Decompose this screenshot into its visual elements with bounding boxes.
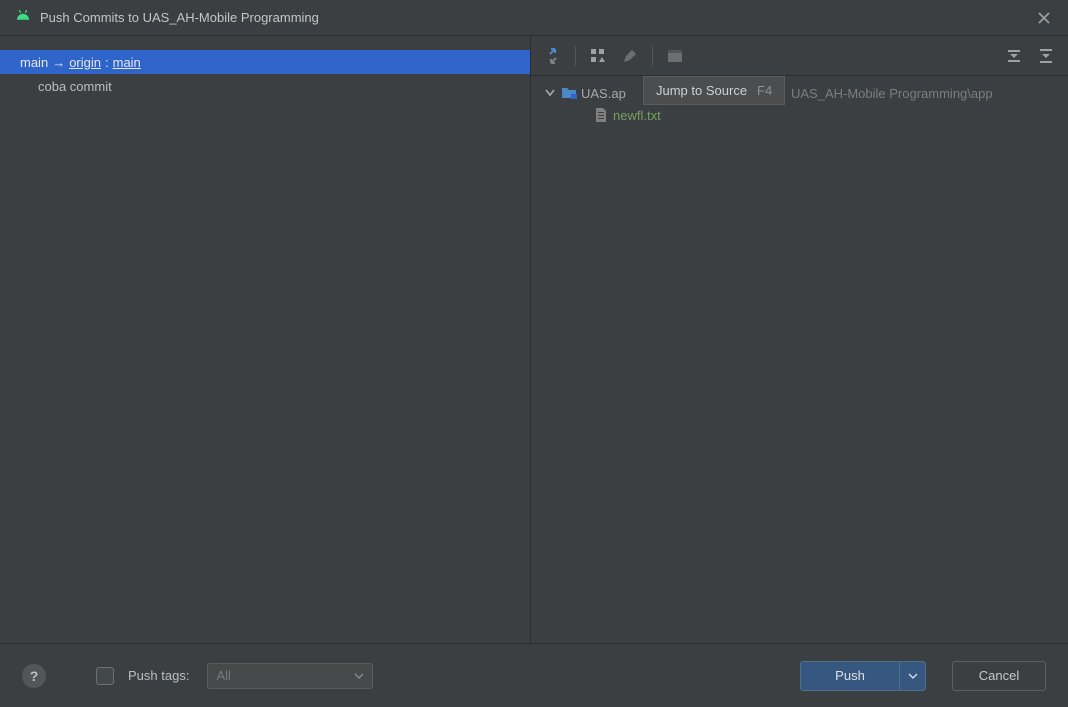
titlebar: Push Commits to UAS_AH-Mobile Programmin… (0, 0, 1068, 36)
expand-all-icon (1006, 48, 1022, 64)
arrows-icon (544, 47, 562, 65)
cancel-button-label: Cancel (979, 668, 1019, 683)
help-button[interactable]: ? (22, 664, 46, 688)
close-button[interactable] (1032, 6, 1056, 30)
commit-row[interactable]: coba commit (0, 74, 530, 98)
android-icon (14, 7, 40, 28)
changes-tree: UAS.ap UAS_AH-Mobile Programming\app new… (531, 76, 1068, 126)
group-button[interactable] (584, 42, 612, 70)
toolbar-separator-2 (652, 46, 653, 66)
root-name: UAS.ap (581, 86, 626, 101)
expand-all-button[interactable] (1000, 42, 1028, 70)
tooltip: Jump to Source F4 (643, 76, 785, 105)
push-tags-select[interactable]: All (207, 663, 373, 689)
push-button[interactable]: Push (801, 662, 899, 690)
branch-colon: : (105, 55, 109, 70)
preview-icon (667, 48, 683, 64)
pencil-icon (622, 48, 638, 64)
push-button-label: Push (835, 668, 865, 683)
push-tags-label: Push tags: (128, 668, 189, 683)
close-icon (1037, 11, 1051, 25)
diff-button[interactable] (539, 42, 567, 70)
dialog-title: Push Commits to UAS_AH-Mobile Programmin… (40, 10, 1032, 25)
changes-pane: UAS.ap UAS_AH-Mobile Programming\app new… (531, 36, 1068, 643)
preview-button[interactable] (661, 42, 689, 70)
branch-arrow: → (52, 55, 65, 70)
chevron-down-icon (908, 671, 918, 681)
toolbar-separator (575, 46, 576, 66)
root-path: UAS_AH-Mobile Programming\app (791, 86, 993, 101)
collapse-all-icon (1038, 48, 1054, 64)
push-button-group: Push (800, 661, 926, 691)
help-icon: ? (30, 668, 39, 684)
collapse-all-button[interactable] (1032, 42, 1060, 70)
changes-toolbar (531, 36, 1068, 76)
push-dropdown[interactable] (899, 662, 925, 690)
tree-root[interactable]: UAS.ap UAS_AH-Mobile Programming\app (539, 82, 1060, 104)
cancel-button[interactable]: Cancel (952, 661, 1046, 691)
commit-message: coba commit (38, 79, 112, 94)
folder-icon (561, 85, 577, 101)
remote-name: origin (69, 55, 101, 70)
push-tags-checkbox[interactable] (96, 667, 114, 685)
local-branch: main (20, 55, 48, 70)
branch-row[interactable]: main → origin : main (0, 50, 530, 74)
grid-icon (590, 48, 606, 64)
file-name: newfl.txt (613, 108, 661, 123)
file-icon (593, 107, 609, 123)
tooltip-label: Jump to Source (656, 83, 747, 98)
main-split: main → origin : main coba commit (0, 36, 1068, 643)
remote-branch: main (113, 55, 141, 70)
chevron-down-icon (543, 86, 557, 100)
dialog-footer: ? Push tags: All Push Cancel (0, 643, 1068, 707)
commits-pane: main → origin : main coba commit (0, 36, 531, 643)
select-value: All (216, 668, 230, 683)
tooltip-shortcut: F4 (757, 83, 772, 98)
tree-file[interactable]: newfl.txt (539, 104, 1060, 126)
edit-button[interactable] (616, 42, 644, 70)
chevron-down-icon (354, 671, 364, 681)
